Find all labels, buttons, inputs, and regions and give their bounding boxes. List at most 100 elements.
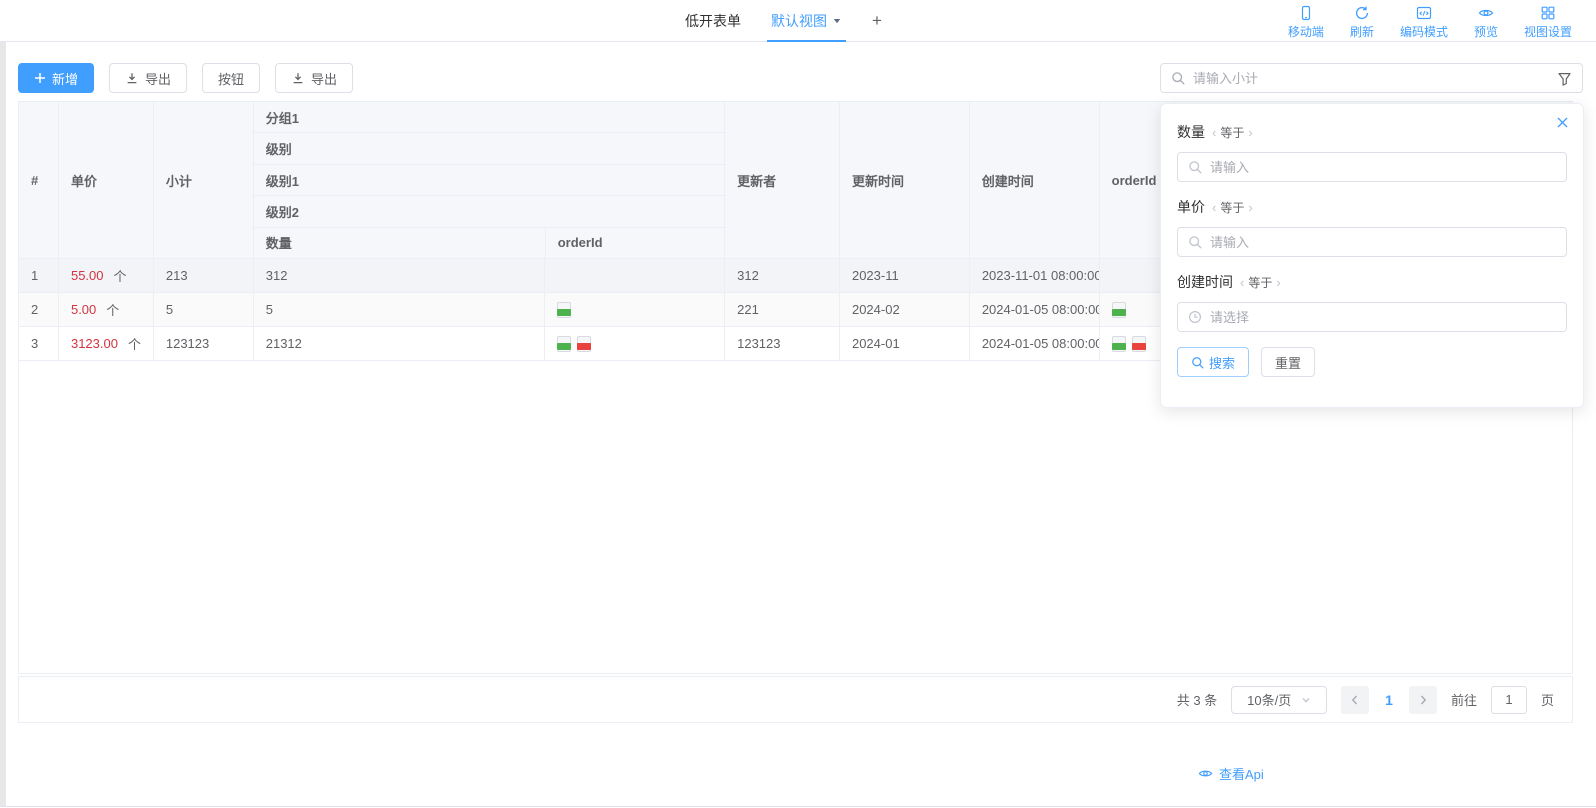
export-button-label: 导出 — [145, 69, 171, 88]
export-button-2[interactable]: 导出 — [275, 63, 353, 93]
eye-icon — [1478, 5, 1494, 21]
filter-price-input[interactable] — [1210, 235, 1556, 250]
plus-icon — [34, 72, 46, 84]
cell-unit-price: 55.00个 — [59, 259, 154, 292]
search-icon — [1191, 356, 1204, 369]
goto-page-input[interactable] — [1491, 686, 1527, 714]
page-unit-label: 页 — [1541, 690, 1554, 709]
add-button[interactable]: 新增 — [18, 63, 94, 93]
refresh-button[interactable]: 刷新 — [1350, 5, 1374, 40]
page-size-value: 10条/页 — [1247, 690, 1291, 709]
file-xls-icon[interactable] — [1112, 302, 1126, 318]
top-actions: 移动端 刷新 编码模式 预览 — [1288, 5, 1572, 40]
code-mode-label: 编码模式 — [1400, 23, 1448, 40]
prev-page-button[interactable] — [1341, 686, 1369, 714]
col-create-time: 创建时间 — [970, 102, 1100, 258]
view-settings-label: 视图设置 — [1524, 23, 1572, 40]
bottom-divider — [0, 806, 1596, 807]
page-size-select[interactable]: 10条/页 — [1231, 686, 1327, 714]
caret-down-icon[interactable] — [832, 16, 842, 26]
tab-default-view-label: 默认视图 — [771, 11, 827, 31]
file-xls-icon[interactable] — [1112, 336, 1126, 352]
file-pdf-icon[interactable] — [577, 336, 591, 352]
refresh-label: 刷新 — [1350, 23, 1374, 40]
quick-search — [1160, 63, 1583, 93]
current-page[interactable]: 1 — [1385, 692, 1393, 708]
code-mode-button[interactable]: 编码模式 — [1400, 5, 1448, 40]
pagination-bar: 共 3 条 10条/页 1 前往 页 — [18, 676, 1573, 723]
operator-selector[interactable]: 等于 — [1212, 124, 1253, 141]
chevron-left-icon — [1349, 694, 1361, 706]
filter-quantity-input[interactable] — [1210, 160, 1556, 175]
grid-icon — [1540, 5, 1556, 21]
chevron-right-icon — [1417, 694, 1429, 706]
col-order-id: orderId — [546, 228, 724, 258]
file-xls-icon[interactable] — [557, 336, 571, 352]
cell-order-id — [545, 259, 725, 292]
filter-field-label: 数量 等于 — [1177, 122, 1567, 142]
view-tabs: 低开表单 默认视图 + — [685, 0, 882, 42]
cell-subtotal: 123123 — [154, 327, 254, 360]
eye-icon — [1198, 766, 1213, 781]
preview-button[interactable]: 预览 — [1474, 5, 1498, 40]
toolbar: 新增 导出 按钮 导出 — [18, 63, 353, 93]
operator-selector[interactable]: 等于 — [1212, 199, 1253, 216]
cell-update-time: 2024-02 — [840, 293, 970, 326]
custom-button[interactable]: 按钮 — [202, 63, 260, 93]
cell-updater: 221 — [725, 293, 840, 326]
cell-order-id — [545, 327, 725, 360]
col-update-time: 更新时间 — [840, 102, 970, 258]
view-settings-button[interactable]: 视图设置 — [1524, 5, 1572, 40]
tab-form[interactable]: 低开表单 — [685, 0, 741, 42]
close-icon[interactable] — [1556, 116, 1569, 129]
group-header-4: 级别2 — [254, 196, 724, 227]
filter-search-label: 搜索 — [1209, 353, 1235, 372]
search-icon — [1188, 235, 1202, 249]
file-pdf-icon[interactable] — [1132, 336, 1146, 352]
search-icon — [1188, 160, 1202, 174]
filter-create-time-input[interactable] — [1210, 310, 1556, 325]
group-header-2: 级别 — [254, 133, 724, 164]
filter-funnel-icon[interactable] — [1557, 71, 1572, 86]
total-count: 共 3 条 — [1177, 690, 1217, 709]
view-api-link[interactable]: 查看Api — [1198, 764, 1264, 783]
cell-quantity: 5 — [254, 293, 546, 326]
cell-subtotal: 213 — [154, 259, 254, 292]
col-subtotal: 小计 — [154, 102, 254, 258]
download-icon — [291, 71, 305, 85]
search-input[interactable] — [1193, 71, 1549, 86]
add-view-label: + — [872, 11, 882, 31]
mobile-mode-label: 移动端 — [1288, 23, 1324, 40]
filter-search-button[interactable]: 搜索 — [1177, 347, 1249, 377]
filter-reset-label: 重置 — [1275, 353, 1301, 372]
group-header-1: 分组1 — [254, 102, 724, 133]
filter-panel: 数量 等于 单价 等于 创建时间 等于 — [1160, 103, 1584, 408]
cell-create-time: 2024-01-05 08:00:00 — [970, 293, 1100, 326]
filter-reset-button[interactable]: 重置 — [1261, 347, 1315, 377]
tab-default-view[interactable]: 默认视图 — [771, 0, 842, 42]
col-updater: 更新者 — [725, 102, 840, 258]
export-button-2-label: 导出 — [311, 69, 337, 88]
next-page-button[interactable] — [1409, 686, 1437, 714]
col-index: # — [19, 102, 59, 258]
file-xls-icon[interactable] — [557, 302, 571, 318]
view-api-label: 查看Api — [1219, 764, 1264, 783]
add-button-label: 新增 — [52, 69, 78, 88]
cell-updater: 123123 — [725, 327, 840, 360]
filter-quantity-label: 数量 — [1177, 122, 1205, 142]
preview-label: 预览 — [1474, 23, 1498, 40]
export-button-1[interactable]: 导出 — [109, 63, 187, 93]
mobile-mode-button[interactable]: 移动端 — [1288, 5, 1324, 40]
filter-field-label: 创建时间 等于 — [1177, 272, 1567, 292]
cell-update-time: 2023-11 — [840, 259, 970, 292]
cell-unit-price: 3123.00个 — [59, 327, 154, 360]
tab-bar: 低开表单 默认视图 + 移动端 — [0, 0, 1596, 42]
filter-field-label: 单价 等于 — [1177, 197, 1567, 217]
operator-selector[interactable]: 等于 — [1240, 274, 1281, 291]
cell-quantity: 21312 — [254, 327, 546, 360]
col-quantity: 数量 — [254, 228, 546, 258]
download-icon — [125, 71, 139, 85]
tab-add-view[interactable]: + — [872, 0, 882, 42]
cell-updater: 312 — [725, 259, 840, 292]
cell-index: 1 — [19, 259, 59, 292]
